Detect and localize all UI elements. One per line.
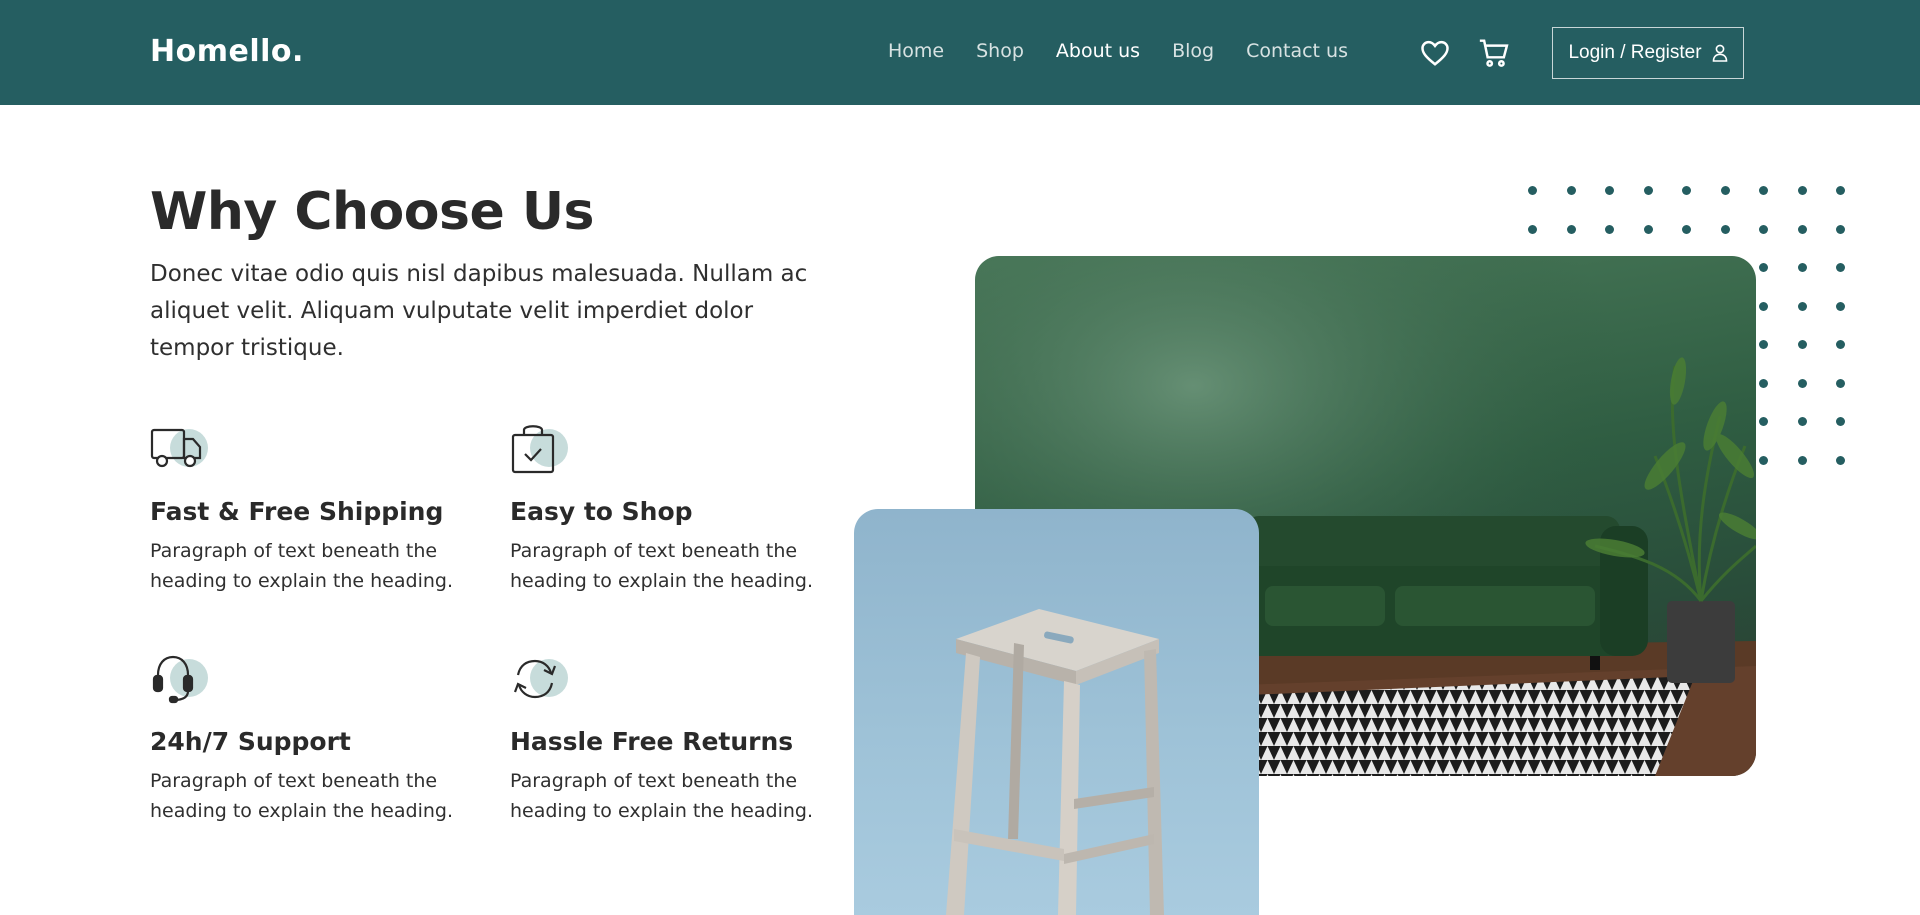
user-icon [1712, 44, 1727, 62]
decoration-dot [1836, 186, 1845, 195]
feature-title: Fast & Free Shipping [150, 497, 444, 526]
feature-item: Hassle Free Returns Paragraph of text be… [510, 653, 840, 826]
decoration-dot [1836, 455, 1845, 465]
nav-link-about[interactable]: About us [1056, 40, 1140, 62]
decoration-dot [1720, 224, 1730, 234]
decoration-dot [1566, 186, 1576, 195]
feature-text: Paragraph of text beneath the heading to… [150, 540, 453, 592]
decoration-dot [1605, 224, 1614, 234]
feature-text: Paragraph of text beneath the heading to… [150, 770, 453, 822]
decoration-dot [1836, 301, 1845, 311]
shopping-bag-icon [510, 423, 572, 475]
nav-link-home[interactable]: Home [888, 40, 944, 62]
decoration-dot [1759, 263, 1768, 272]
decoration-dot [1797, 455, 1807, 465]
decoration-dot [1797, 417, 1807, 426]
decoration-dot [1759, 301, 1768, 311]
decoration-dot [1643, 186, 1653, 195]
feature-text: Paragraph of text beneath the heading to… [510, 540, 813, 592]
decoration-dot [1797, 186, 1807, 195]
decoration-dot [1528, 186, 1537, 195]
section-description: Donec vitae odio quis nisl dapibus males… [150, 261, 808, 361]
login-register-button[interactable]: Login / Register [1552, 27, 1744, 79]
decoration-dot [1759, 455, 1768, 465]
decoration-dot [1797, 340, 1807, 349]
feature-text: Paragraph of text beneath the heading to… [510, 770, 813, 822]
navbar: Homello. Home Shop About us Blog Contact… [0, 0, 1920, 105]
feature-item: Easy to Shop Paragraph of text beneath t… [510, 423, 840, 596]
decoration-dot [1643, 224, 1653, 234]
decoration-dot [1836, 224, 1845, 234]
headset-icon [150, 653, 212, 705]
decoration-dot [1797, 263, 1807, 272]
decoration-dot [1836, 340, 1845, 349]
decoration-dot [1759, 186, 1768, 195]
decoration-dot [1682, 186, 1691, 195]
decoration-dot [1759, 340, 1768, 349]
main-nav: Home Shop About us Blog Contact us [888, 40, 1380, 62]
heart-icon[interactable] [1418, 36, 1452, 70]
feature-item: 24h/7 Support Paragraph of text beneath … [150, 653, 480, 826]
feature-item: Fast & Free Shipping Paragraph of text b… [150, 423, 480, 596]
decoration-dot [1836, 263, 1845, 272]
nav-link-shop[interactable]: Shop [976, 40, 1024, 62]
stool-image [854, 509, 1259, 915]
decoration-dot [1836, 417, 1845, 426]
return-icon [510, 653, 572, 705]
decoration-dot [1836, 378, 1845, 388]
nav-link-blog[interactable]: Blog [1172, 40, 1214, 62]
decoration-dot [1682, 224, 1691, 234]
brand-logo[interactable]: Homello. [150, 34, 304, 69]
decoration-dot [1797, 224, 1807, 234]
feature-title: 24h/7 Support [150, 727, 351, 756]
decoration-dot [1759, 417, 1768, 426]
decoration-dot [1797, 378, 1807, 388]
section-title: Why Choose Us [150, 182, 595, 242]
decoration-dot [1566, 224, 1576, 234]
nav-link-contact[interactable]: Contact us [1246, 40, 1348, 62]
feature-title: Easy to Shop [510, 497, 693, 526]
decoration-dot [1528, 224, 1537, 234]
decoration-dot [1720, 186, 1730, 195]
login-register-label: Login / Register [1568, 42, 1702, 63]
feature-title: Hassle Free Returns [510, 727, 794, 756]
decoration-dot [1759, 378, 1768, 388]
decoration-dot [1797, 301, 1807, 311]
decoration-dot [1759, 224, 1768, 234]
decoration-dot [1605, 186, 1614, 195]
truck-icon [150, 423, 212, 475]
cart-icon[interactable] [1477, 36, 1511, 70]
